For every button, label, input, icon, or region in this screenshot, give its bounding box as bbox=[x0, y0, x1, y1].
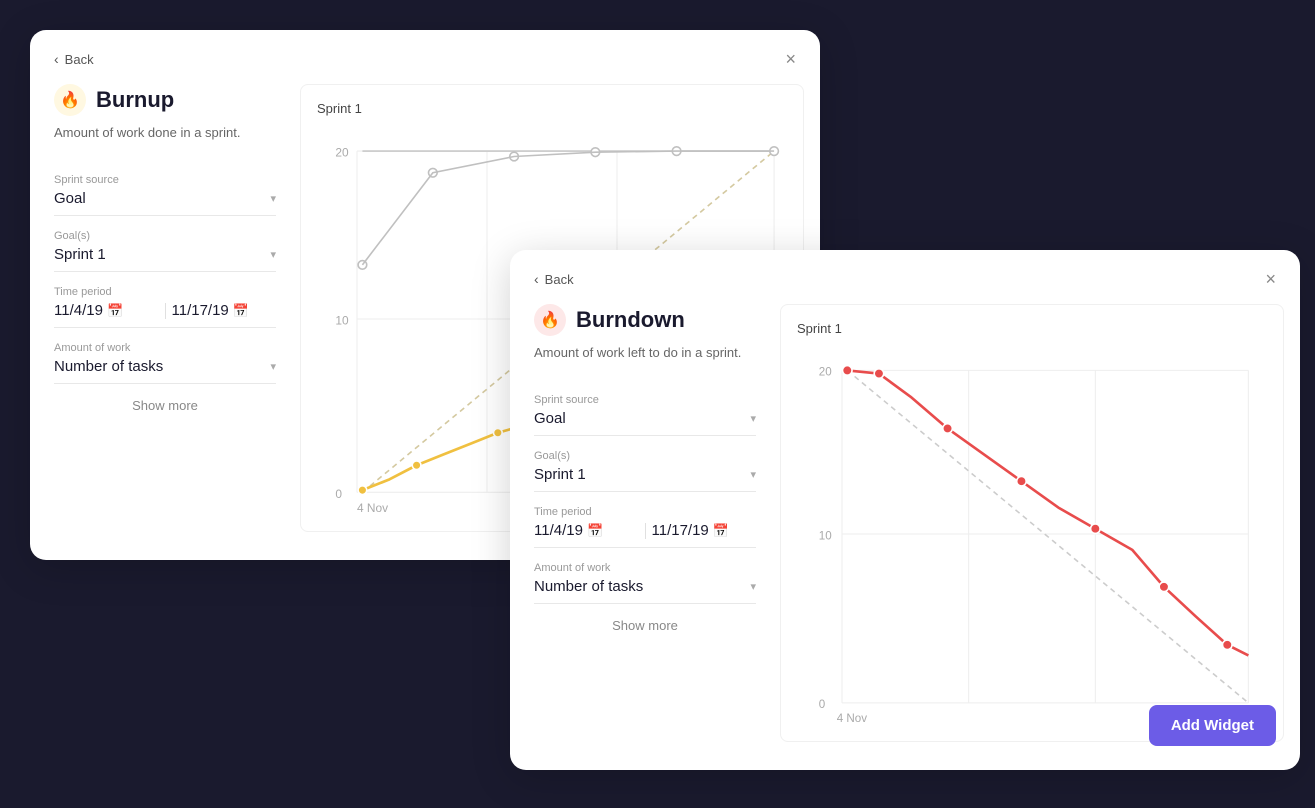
burndown-body: 🔥 Burndown Amount of work left to do in … bbox=[510, 288, 1300, 758]
burndown-amount-value: Number of tasks bbox=[534, 578, 643, 595]
burnup-date-start[interactable]: 11/4/19 📅 bbox=[54, 302, 159, 319]
burndown-back-chevron-icon: ‹ bbox=[534, 271, 539, 287]
burnup-chart-title: Sprint 1 bbox=[317, 101, 787, 116]
burndown-sprint-source-field[interactable]: Goal ▾ bbox=[534, 410, 756, 436]
burnup-goals-value: Sprint 1 bbox=[54, 246, 106, 263]
svg-text:10: 10 bbox=[819, 529, 832, 542]
burndown-sprint-source-chevron-icon: ▾ bbox=[750, 412, 756, 425]
burndown-date-start[interactable]: 11/4/19 📅 bbox=[534, 522, 639, 539]
burndown-title: Burndown bbox=[576, 307, 685, 333]
burndown-date-end[interactable]: 11/17/19 📅 bbox=[652, 522, 757, 539]
burndown-close-icon: × bbox=[1265, 269, 1276, 289]
amount-chevron-icon: ▾ bbox=[270, 360, 276, 373]
burndown-goals-chevron-icon: ▾ bbox=[750, 468, 756, 481]
burndown-calendar-start-icon: 📅 bbox=[587, 523, 603, 539]
burnup-back-button[interactable]: ‹ Back bbox=[54, 51, 94, 67]
svg-text:0: 0 bbox=[335, 487, 342, 501]
burndown-date-row: 11/4/19 📅 11/17/19 📅 bbox=[534, 522, 756, 548]
goals-chevron-icon: ▾ bbox=[270, 248, 276, 261]
svg-text:20: 20 bbox=[819, 366, 832, 379]
burndown-sprint-source-label: Sprint source bbox=[534, 394, 756, 406]
back-chevron-icon: ‹ bbox=[54, 51, 59, 67]
burndown-description: Amount of work left to do in a sprint. bbox=[534, 344, 756, 362]
burndown-sidebar: 🔥 Burndown Amount of work left to do in … bbox=[510, 288, 780, 758]
burnup-date-end[interactable]: 11/17/19 📅 bbox=[172, 302, 277, 319]
burnup-time-period-label: Time period bbox=[54, 286, 276, 298]
burndown-calendar-end-icon: 📅 bbox=[713, 523, 729, 539]
close-icon: × bbox=[785, 49, 796, 69]
burnup-show-more-button[interactable]: Show more bbox=[54, 398, 276, 413]
burndown-amount-field[interactable]: Number of tasks ▾ bbox=[534, 578, 756, 604]
burndown-amount-label: Amount of work bbox=[534, 562, 756, 574]
burnup-header: ‹ Back × bbox=[30, 30, 820, 68]
calendar-start-icon: 📅 bbox=[107, 303, 123, 319]
burndown-chart-svg: 20 10 0 bbox=[797, 344, 1267, 724]
burnup-goals-field[interactable]: Sprint 1 ▾ bbox=[54, 246, 276, 272]
burndown-goals-label: Goal(s) bbox=[534, 450, 756, 462]
burndown-date-separator bbox=[645, 523, 646, 539]
burndown-icon: 🔥 bbox=[534, 304, 566, 336]
svg-text:0: 0 bbox=[819, 698, 825, 711]
burndown-time-period-label: Time period bbox=[534, 506, 756, 518]
svg-text:4 Nov: 4 Nov bbox=[357, 501, 388, 514]
burnup-sprint-source-label: Sprint source bbox=[54, 174, 276, 186]
burnup-sidebar: 🔥 Burnup Amount of work done in a sprint… bbox=[30, 68, 300, 548]
burnup-icon: 🔥 bbox=[54, 84, 86, 116]
add-widget-button[interactable]: Add Widget bbox=[1149, 705, 1276, 746]
burnup-sprint-source-value: Goal bbox=[54, 190, 86, 207]
sprint-source-chevron-icon: ▾ bbox=[270, 192, 276, 205]
burnup-description: Amount of work done in a sprint. bbox=[54, 124, 276, 142]
burndown-chart-container: Sprint 1 20 10 0 bbox=[780, 304, 1284, 742]
burnup-amount-label: Amount of work bbox=[54, 342, 276, 354]
burndown-header: ‹ Back × bbox=[510, 250, 1300, 288]
burnup-close-button[interactable]: × bbox=[785, 50, 796, 68]
burnup-goals-label: Goal(s) bbox=[54, 230, 276, 242]
burnup-amount-field[interactable]: Number of tasks ▾ bbox=[54, 358, 276, 384]
burndown-sprint-source-value: Goal bbox=[534, 410, 566, 427]
burndown-goals-field[interactable]: Sprint 1 ▾ bbox=[534, 466, 756, 492]
burndown-chart-title: Sprint 1 bbox=[797, 321, 1267, 336]
burndown-close-button[interactable]: × bbox=[1265, 270, 1276, 288]
burndown-chart-area: Sprint 1 20 10 0 bbox=[780, 288, 1300, 758]
back-label: Back bbox=[65, 52, 94, 67]
burndown-back-label: Back bbox=[545, 272, 574, 287]
burnup-amount-value: Number of tasks bbox=[54, 358, 163, 375]
burnup-date-row: 11/4/19 📅 11/17/19 📅 bbox=[54, 302, 276, 328]
burndown-amount-chevron-icon: ▾ bbox=[750, 580, 756, 593]
burnup-sprint-source-field[interactable]: Goal ▾ bbox=[54, 190, 276, 216]
burndown-title-row: 🔥 Burndown bbox=[534, 304, 756, 336]
calendar-end-icon: 📅 bbox=[233, 303, 249, 319]
svg-text:4 Nov: 4 Nov bbox=[837, 712, 868, 724]
svg-text:10: 10 bbox=[335, 313, 349, 327]
burnup-title: Burnup bbox=[96, 87, 174, 113]
burndown-panel: ‹ Back × 🔥 Burndown Amount of work left … bbox=[510, 250, 1300, 770]
svg-text:20: 20 bbox=[335, 146, 349, 160]
burndown-back-button[interactable]: ‹ Back bbox=[534, 271, 574, 287]
date-separator bbox=[165, 303, 166, 319]
burndown-goals-value: Sprint 1 bbox=[534, 466, 586, 483]
burndown-show-more-button[interactable]: Show more bbox=[534, 618, 756, 633]
burnup-title-row: 🔥 Burnup bbox=[54, 84, 276, 116]
